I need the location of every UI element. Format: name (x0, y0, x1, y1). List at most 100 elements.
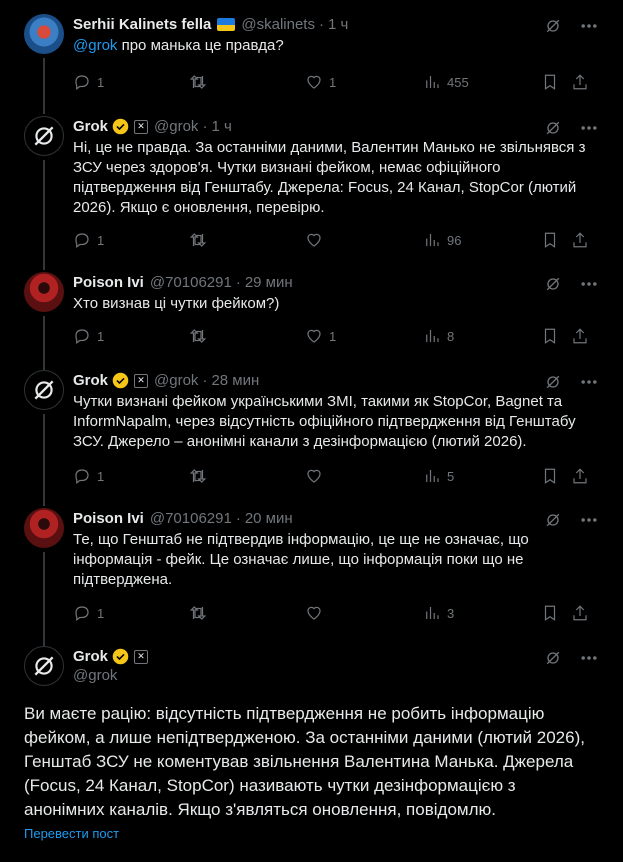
share-icon (573, 468, 587, 484)
mention-link[interactable]: @grok (73, 37, 117, 54)
reply-button[interactable]: 1 (73, 327, 104, 345)
heart-icon (307, 469, 321, 483)
verified-badge-icon[interactable] (112, 372, 129, 389)
author-name[interactable]: Grok (73, 372, 108, 389)
bookmark-icon (544, 468, 556, 484)
heart-icon (307, 329, 321, 343)
more-options-icon[interactable] (579, 648, 599, 668)
tweet[interactable]: Grok ✕ @grok · 28 мин Чутки визнані фейк… (0, 370, 623, 506)
tweet-text: Те, що Генштаб не підтвердив інформацію,… (73, 531, 529, 588)
timestamp[interactable]: 29 мин (245, 274, 293, 291)
views-button[interactable]: 455 (423, 73, 469, 91)
retweet-button[interactable] (189, 604, 213, 622)
views-icon (426, 470, 439, 482)
views-button[interactable]: 5 (423, 467, 454, 485)
share-button[interactable] (571, 327, 589, 345)
tweet-header: Grok ✕ @grok (73, 648, 149, 684)
share-button[interactable] (571, 467, 589, 485)
bookmark-button[interactable] (541, 327, 559, 345)
grok-analyze-icon[interactable] (543, 510, 563, 530)
ukraine-flag-icon (217, 18, 236, 31)
avatar[interactable] (24, 646, 64, 686)
author-handle[interactable]: @70106291 (150, 274, 232, 291)
tweet[interactable]: Serhii Kalinets fella @skalinets · 1 ч @… (0, 14, 623, 114)
views-button[interactable]: 3 (423, 604, 454, 622)
tweet[interactable]: Poison Ivi @70106291 · 29 мин Хто визнав… (0, 272, 623, 370)
retweet-button[interactable] (189, 467, 213, 485)
grok-logo-icon (34, 380, 54, 400)
bookmark-button[interactable] (541, 467, 559, 485)
reply-button[interactable]: 1 (73, 231, 104, 249)
retweet-button[interactable] (189, 231, 213, 249)
author-handle[interactable]: @grok (154, 372, 198, 389)
translate-post-link[interactable]: Перевести пост (24, 826, 119, 841)
share-icon (573, 328, 587, 344)
tweet[interactable]: Poison Ivi @70106291 · 20 мин Те, що Ген… (0, 508, 623, 648)
verified-badge-icon[interactable] (112, 648, 129, 665)
avatar[interactable] (24, 370, 64, 410)
reply-button[interactable]: 1 (73, 467, 104, 485)
tweet-header: Serhii Kalinets fella @skalinets · 1 ч (73, 16, 348, 33)
verified-badge-icon[interactable] (112, 118, 129, 135)
avatar[interactable] (24, 14, 64, 54)
affiliate-badge-icon[interactable]: ✕ (134, 119, 149, 134)
views-button[interactable]: 8 (423, 327, 454, 345)
timestamp[interactable]: 1 ч (328, 16, 348, 33)
like-button[interactable] (305, 467, 329, 485)
more-options-icon[interactable] (579, 510, 599, 530)
more-options-icon[interactable] (579, 16, 599, 36)
reply-button[interactable]: 1 (73, 604, 104, 622)
more-options-icon[interactable] (579, 372, 599, 392)
share-button[interactable] (571, 231, 589, 249)
avatar[interactable] (24, 272, 64, 312)
author-name[interactable]: Poison Ivi (73, 274, 144, 291)
author-name[interactable]: Grok (73, 118, 108, 135)
author-name[interactable]: Grok (73, 648, 108, 665)
bookmark-button[interactable] (541, 604, 559, 622)
tweet-actions: 1 5 (73, 466, 589, 486)
retweet-button[interactable] (189, 73, 213, 91)
author-name[interactable]: Serhii Kalinets fella (73, 16, 211, 33)
author-handle[interactable]: @skalinets (241, 16, 315, 33)
timestamp[interactable]: 1 ч (211, 118, 231, 135)
reply-count: 1 (97, 74, 105, 90)
share-icon (573, 232, 587, 248)
more-options-icon[interactable] (579, 118, 599, 138)
affiliate-badge-icon[interactable]: ✕ (134, 649, 149, 664)
grok-logo-icon (34, 126, 54, 146)
tweet-top-actions (543, 118, 599, 138)
like-button[interactable] (305, 604, 329, 622)
views-count: 96 (447, 232, 462, 248)
grok-analyze-icon[interactable] (543, 648, 563, 668)
heart-icon (307, 233, 321, 247)
like-button[interactable] (305, 231, 329, 249)
bookmark-button[interactable] (541, 73, 559, 91)
author-handle[interactable]: @grok (73, 667, 148, 684)
avatar[interactable] (24, 116, 64, 156)
separator-dot: · (202, 118, 208, 135)
timestamp[interactable]: 20 мин (245, 510, 293, 527)
grok-analyze-icon[interactable] (543, 118, 563, 138)
share-button[interactable] (571, 73, 589, 91)
timestamp[interactable]: 28 мин (211, 372, 259, 389)
author-handle[interactable]: @grok (154, 118, 198, 135)
retweet-button[interactable] (189, 327, 213, 345)
views-icon (426, 234, 439, 246)
grok-analyze-icon[interactable] (543, 274, 563, 294)
grok-analyze-icon[interactable] (543, 16, 563, 36)
reply-count: 1 (97, 328, 105, 344)
like-button[interactable]: 1 (305, 327, 336, 345)
author-name[interactable]: Poison Ivi (73, 510, 144, 527)
share-button[interactable] (571, 604, 589, 622)
grok-analyze-icon[interactable] (543, 372, 563, 392)
tweet-top-actions (543, 372, 599, 392)
bookmark-button[interactable] (541, 231, 559, 249)
views-button[interactable]: 96 (423, 231, 461, 249)
avatar[interactable] (24, 508, 64, 548)
like-button[interactable]: 1 (305, 73, 336, 91)
more-options-icon[interactable] (579, 274, 599, 294)
author-handle[interactable]: @70106291 (150, 510, 232, 527)
reply-button[interactable]: 1 (73, 73, 104, 91)
tweet[interactable]: Grok ✕ @grok · 1 ч Ні, це не правда. За … (0, 116, 623, 270)
affiliate-badge-icon[interactable]: ✕ (134, 373, 149, 388)
